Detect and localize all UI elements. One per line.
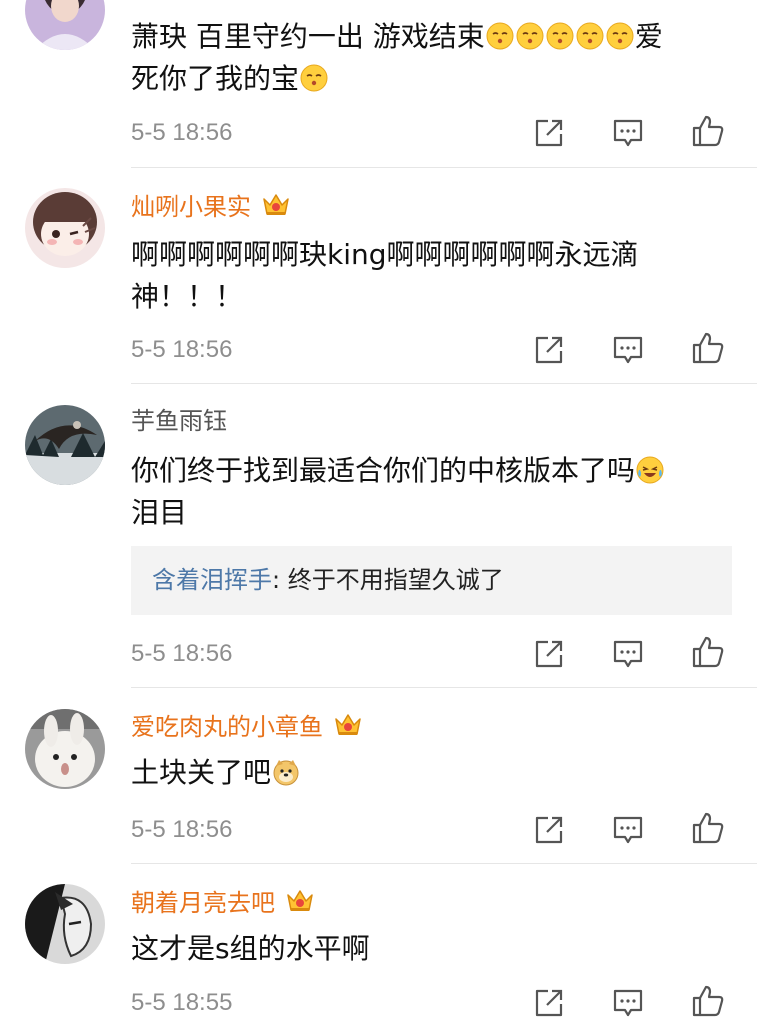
- comment-item: 朝着月亮去吧 这才是s组的水平啊 5-5 18:55: [0, 864, 757, 1017]
- comment-text: 土块关了吧: [131, 752, 731, 794]
- comment-text-part: 你们终于找到最适合你们的中核版本了吗: [131, 454, 636, 487]
- comment-icon[interactable]: [611, 637, 645, 671]
- username[interactable]: 灿咧小果实: [131, 190, 291, 227]
- crown-icon: [333, 710, 363, 747]
- comment-text: 萧玦 百里守约一出 游戏结束 爱死你了我的宝: [131, 16, 731, 100]
- comment-text-part: 死你了我的宝: [131, 62, 300, 95]
- kiss-emoji-icon: [516, 20, 544, 50]
- comment-item: 萧玦 百里守约一出 游戏结束 爱死你了我的宝 5-5 18:56: [0, 0, 757, 168]
- share-icon[interactable]: [532, 333, 566, 367]
- avatar[interactable]: [25, 0, 105, 50]
- comment-item: 芋鱼雨钰 你们终于找到最适合你们的中核版本了吗 泪目 含着泪挥手: 终于不用指望久…: [0, 384, 757, 688]
- comment-icon[interactable]: [611, 333, 645, 367]
- avatar[interactable]: [25, 709, 105, 789]
- comment-time: 5-5 18:56: [131, 336, 233, 363]
- comment-text: 这才是s组的水平啊: [131, 932, 370, 965]
- comment-text-part: 泪目: [131, 496, 188, 529]
- avatar-image: [25, 0, 105, 50]
- reply-separator: :: [272, 566, 288, 594]
- comment-time: 5-5 18:55: [131, 989, 233, 1016]
- reply-text: 终于不用指望久诚了: [287, 566, 504, 594]
- crown-icon: [261, 190, 291, 227]
- crown-icon: [285, 886, 315, 923]
- kiss-emoji-icon: [300, 62, 328, 92]
- username[interactable]: 爱吃肉丸的小章鱼: [131, 710, 363, 747]
- laughing-tears-emoji-icon: [636, 454, 664, 484]
- kiss-emoji-icon: [546, 20, 574, 50]
- username-text: 朝着月亮去吧: [131, 889, 275, 917]
- kiss-emoji-icon: [486, 20, 514, 50]
- avatar[interactable]: [25, 188, 105, 268]
- comment-item: 爱吃肉丸的小章鱼 土块关了吧 5-5 18:56: [0, 688, 757, 864]
- username[interactable]: 朝着月亮去吧: [131, 886, 315, 923]
- like-icon[interactable]: [691, 635, 725, 669]
- like-icon[interactable]: [691, 811, 725, 845]
- comment-text-part: 爱: [634, 20, 663, 53]
- comment-time: 5-5 18:56: [131, 119, 233, 146]
- share-icon[interactable]: [532, 637, 566, 671]
- avatar-image: [25, 709, 105, 789]
- reply-username[interactable]: 含着泪挥手: [152, 566, 272, 594]
- doge-emoji-icon: [272, 756, 300, 786]
- comment-icon[interactable]: [611, 986, 645, 1020]
- share-icon[interactable]: [532, 116, 566, 150]
- comment-text-part: 神！！！: [131, 280, 244, 313]
- comment-text-part: 啊啊啊啊啊啊玦king啊啊啊啊啊啊永远滴: [131, 238, 639, 271]
- username-text: 灿咧小果实: [131, 193, 251, 221]
- avatar-image: [25, 405, 105, 485]
- kiss-emoji-icon: [576, 20, 604, 50]
- comment-text: 啊啊啊啊啊啊玦king啊啊啊啊啊啊永远滴 神！！！: [131, 234, 731, 318]
- share-icon[interactable]: [532, 986, 566, 1020]
- like-icon[interactable]: [691, 114, 725, 148]
- comment-icon[interactable]: [611, 116, 645, 150]
- reply-preview[interactable]: 含着泪挥手: 终于不用指望久诚了: [131, 546, 732, 615]
- comment-time: 5-5 18:56: [131, 640, 233, 667]
- comment-text: 你们终于找到最适合你们的中核版本了吗 泪目: [131, 450, 731, 534]
- kiss-emoji-icon: [606, 20, 634, 50]
- comment-text-part: 土块关了吧: [131, 756, 272, 789]
- comment-text-part: 萧玦 百里守约一出 游戏结束: [131, 20, 485, 53]
- comment-icon[interactable]: [611, 813, 645, 847]
- comment-time: 5-5 18:56: [131, 816, 233, 843]
- share-icon[interactable]: [532, 813, 566, 847]
- like-icon[interactable]: [691, 331, 725, 365]
- avatar-image: [25, 884, 105, 964]
- like-icon[interactable]: [691, 984, 725, 1018]
- avatar-image: [25, 188, 105, 268]
- comment-item: 灿咧小果实 啊啊啊啊啊啊玦king啊啊啊啊啊啊永远滴 神！！！ 5-5 18:56: [0, 168, 757, 384]
- avatar[interactable]: [25, 405, 105, 485]
- username[interactable]: 芋鱼雨钰: [131, 406, 227, 436]
- avatar[interactable]: [25, 884, 105, 964]
- username-text: 爱吃肉丸的小章鱼: [131, 713, 323, 741]
